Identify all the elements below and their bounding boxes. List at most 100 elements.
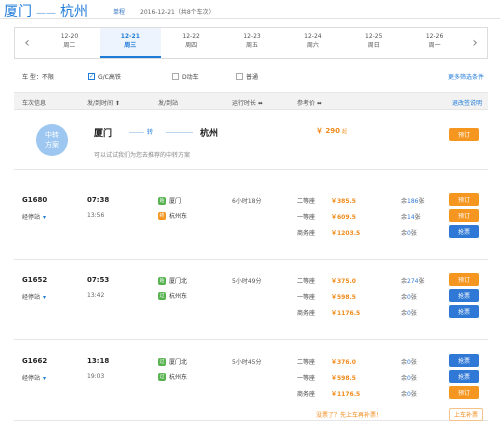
date-tab[interactable]: 12-26 周一 xyxy=(404,28,465,58)
grab-ticket-button[interactable]: 抢票 xyxy=(449,289,479,302)
date-selector: ‹ 12-20 周二 12-21 周三 12-22 周四 12-23 周五 12-24 周六 12-… xyxy=(14,27,488,59)
date-tab[interactable]: 12-23 周五 xyxy=(222,28,283,58)
seat-price: ￥1176.5 xyxy=(331,391,361,398)
train-type-filter: 车 型：不限 ✓ G/C高铁 D动车 普通 更多筛选条件 xyxy=(14,68,488,82)
transfer-price: ￥ 290 起 xyxy=(316,126,347,136)
stops-toggle[interactable]: 经停站 ▾ xyxy=(22,292,46,301)
seats-remaining: 余186张 xyxy=(401,196,424,205)
departure-time: 07:38 xyxy=(87,196,110,204)
seat-price: ￥1176.5 xyxy=(331,310,361,317)
departure-station: 始厦门北 xyxy=(158,276,187,285)
seat-class: 一等座 xyxy=(297,214,316,221)
filter-option-label: D动车 xyxy=(182,74,199,81)
train-row: G1652 经停站 ▾ 07:53 13:42 始厦门北 过杭州东 5小时49分 … xyxy=(14,262,488,340)
seat-price: ￥598.5 xyxy=(331,294,356,301)
stops-label: 经停站 xyxy=(22,294,41,301)
train-number[interactable]: G1662 xyxy=(22,357,47,365)
chevron-right-icon[interactable]: › xyxy=(463,28,487,58)
filter-option-label: G/C高铁 xyxy=(98,74,121,81)
book-button[interactable]: 预订 xyxy=(449,209,479,222)
filter-label: 车 型：不限 xyxy=(22,74,54,81)
footer-note[interactable]: 没票了？先上车再补票！ xyxy=(316,410,382,419)
book-button[interactable]: 预订 xyxy=(449,273,479,286)
filter-option-gc[interactable]: ✓ G/C高铁 xyxy=(88,72,121,81)
station-name: 厦门 xyxy=(169,198,182,205)
weekday-text: 周二 xyxy=(63,42,76,49)
transfer-book-button[interactable]: 预订 xyxy=(449,128,479,141)
price-suffix: 起 xyxy=(342,129,348,135)
stops-toggle[interactable]: 经停站 ▾ xyxy=(22,212,46,221)
checkbox-icon[interactable] xyxy=(172,73,179,80)
weekday-text: 周六 xyxy=(306,42,319,49)
transfer-from: 厦门 xyxy=(94,129,113,139)
station-name: 杭州东 xyxy=(169,293,188,300)
seat-class: 商务座 xyxy=(297,310,316,317)
col-price[interactable]: 参考价 ⬌ xyxy=(297,98,322,107)
date-tab[interactable]: 12-21 周三 xyxy=(99,28,161,58)
table-header: 车次信息 发/到时间 ⬆ 发/到站 运行时长 ⬌ 参考价 ⬌ 退改签说明 xyxy=(14,92,488,110)
remain-count: 186 xyxy=(407,198,419,205)
caret-down-icon: ▾ xyxy=(43,214,47,221)
arrival-time: 19:03 xyxy=(87,373,105,380)
stops-toggle[interactable]: 经停站 ▾ xyxy=(22,373,46,382)
remain-suffix: 张 xyxy=(410,310,417,317)
date-tab[interactable]: 12-22 周四 xyxy=(161,28,222,58)
date-text: 12-21 xyxy=(120,33,140,40)
seat-class: 商务座 xyxy=(297,391,316,398)
seat-class: 二等座 xyxy=(297,278,316,285)
remain-suffix: 张 xyxy=(410,359,417,366)
remain-suffix: 张 xyxy=(410,375,417,382)
chevron-left-icon[interactable]: ‹ xyxy=(15,28,39,58)
grab-ticket-button[interactable]: 抢票 xyxy=(449,225,479,238)
train-number[interactable]: G1652 xyxy=(22,276,47,284)
filter-option-d[interactable]: D动车 xyxy=(172,72,199,81)
departure-station: 过厦门北 xyxy=(158,357,187,366)
seat-price: ￥385.5 xyxy=(331,198,356,205)
filter-option-normal[interactable]: 普通 xyxy=(236,72,258,81)
route-header: 厦门 —— 杭州 单程 2016-12-21（共8个车次） xyxy=(0,0,500,22)
col-time[interactable]: 发/到时间 ⬆ xyxy=(87,98,120,107)
date-tab[interactable]: 12-24 周六 xyxy=(282,28,343,58)
seats-remaining: 余0张 xyxy=(401,228,417,237)
seat-class: 一等座 xyxy=(297,294,316,301)
book-button[interactable]: 预订 xyxy=(449,193,479,206)
grab-ticket-button[interactable]: 抢票 xyxy=(449,305,479,318)
col-duration[interactable]: 运行时长 ⬌ xyxy=(232,98,263,107)
remain-suffix: 张 xyxy=(410,294,417,301)
seats-remaining: 余0张 xyxy=(401,357,417,366)
duration: 5小时49分 xyxy=(232,278,262,285)
arrival-station: 终杭州东 xyxy=(158,211,187,220)
date-tab[interactable]: 12-20 周二 xyxy=(39,28,100,58)
grab-ticket-button[interactable]: 抢票 xyxy=(449,370,479,383)
remain-count: 274 xyxy=(407,278,419,285)
date-text: 12-26 xyxy=(425,33,444,40)
date-tab[interactable]: 12-25 周日 xyxy=(343,28,404,58)
route-line xyxy=(166,132,193,133)
remain-suffix: 张 xyxy=(410,391,417,398)
seat-price: ￥609.5 xyxy=(331,214,356,221)
checkbox-icon[interactable] xyxy=(236,73,243,80)
train-number[interactable]: G1680 xyxy=(22,196,47,204)
station-tag: 终 xyxy=(158,211,166,220)
seat-class: 商务座 xyxy=(297,230,316,237)
grab-ticket-button[interactable]: 抢票 xyxy=(449,354,479,367)
refund-info-link[interactable]: 退改签说明 xyxy=(452,98,482,107)
col-station: 发/到站 xyxy=(158,100,179,107)
checkbox-checked-icon[interactable]: ✓ xyxy=(88,73,95,80)
weekday-text: 周三 xyxy=(124,42,137,49)
station-name: 杭州东 xyxy=(169,213,188,220)
date-text: 12-22 xyxy=(182,33,200,40)
board-then-buy-button[interactable]: 上车补票 xyxy=(449,408,483,421)
station-tag: 过 xyxy=(158,372,166,381)
train-row: G1662 经停站 ▾ 13:18 19:03 过厦门北 过杭州东 5小时45分 … xyxy=(14,343,488,421)
departure-station: 始厦门 xyxy=(158,196,181,205)
station-name: 杭州东 xyxy=(169,374,188,381)
more-filters-link[interactable]: 更多筛选条件 xyxy=(448,72,484,81)
seats-remaining: 余0张 xyxy=(401,373,417,382)
date-text: 12-20 xyxy=(60,33,79,40)
date-text: 12-25 xyxy=(365,33,383,40)
weekday-text: 周四 xyxy=(185,42,198,49)
departure-time: 07:53 xyxy=(87,276,110,284)
book-button[interactable]: 预订 xyxy=(449,386,479,399)
date-list: 12-20 周二 12-21 周三 12-22 周四 12-23 周五 12-24 周六 12-25… xyxy=(39,28,465,58)
